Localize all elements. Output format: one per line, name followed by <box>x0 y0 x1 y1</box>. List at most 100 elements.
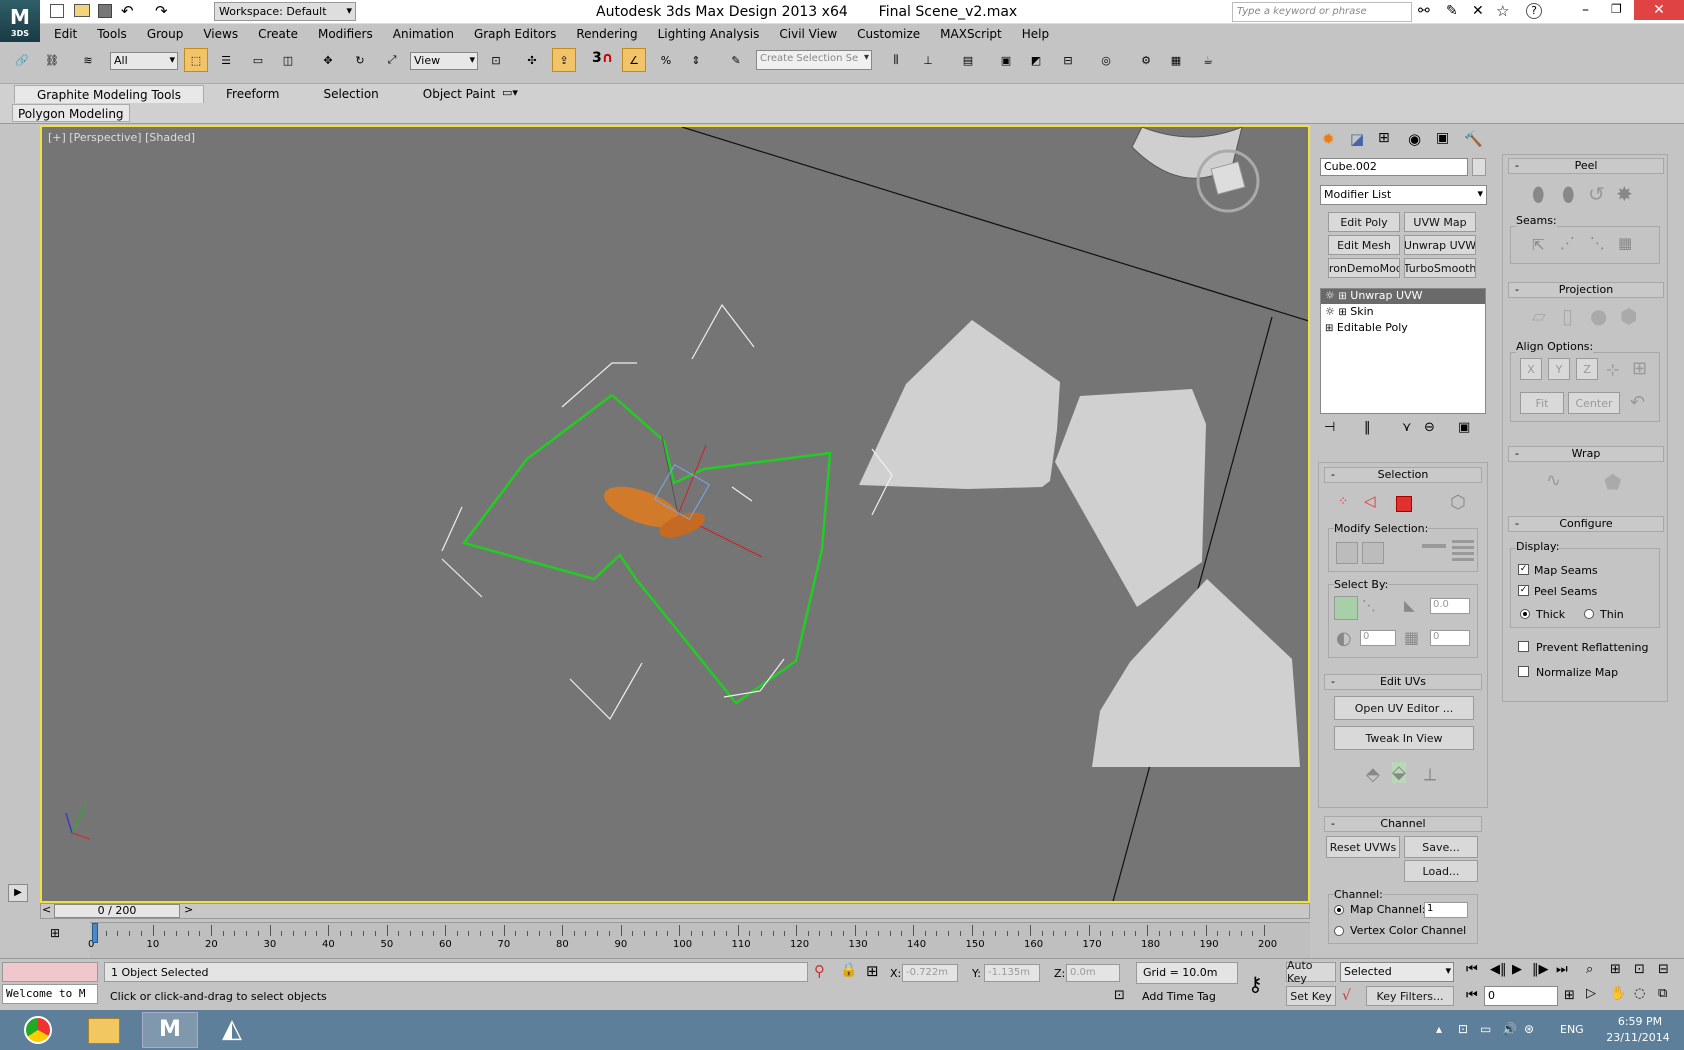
menu-item-maxscript[interactable]: MAXScript <box>940 27 1002 41</box>
reset-peel-icon[interactable]: ↺ <box>1588 182 1605 206</box>
stack-item-unwrap[interactable]: ☼ ⊞ Unwrap UVW <box>1321 289 1485 304</box>
default-in-out-tangent-icon[interactable]: √ <box>1342 988 1351 1004</box>
point-to-point-seams-icon[interactable]: ⋰ <box>1560 234 1575 252</box>
make-unique-icon[interactable]: ⋎ <box>1402 420 1412 435</box>
menu-item-create[interactable]: Create <box>258 27 298 41</box>
hierarchy-tab-icon[interactable]: ⊞ <box>1378 130 1390 146</box>
rollout-selection-header[interactable]: - Selection <box>1324 467 1482 483</box>
mini-curve-editor-icon[interactable]: ⊞ <box>50 926 70 944</box>
infocenter-binoculars-icon[interactable]: ⚯ <box>1418 3 1430 19</box>
shrink-selection-icon[interactable] <box>1362 542 1384 564</box>
pin-stack-icon[interactable]: ⊣ <box>1324 420 1335 435</box>
save-uvws-button[interactable]: Save... <box>1404 836 1478 858</box>
best-align-icon[interactable]: ⊹ <box>1606 360 1619 379</box>
ribbon-expand-icon[interactable]: ▭▾ <box>502 86 518 99</box>
quick-access-open-icon[interactable] <box>74 4 90 17</box>
angle-snap-icon[interactable]: ∠ <box>622 48 646 72</box>
rollout-channel-header[interactable]: - Channel <box>1324 816 1482 832</box>
convert-edge-to-seams-icon[interactable]: ⋱ <box>1590 234 1605 252</box>
select-by-sphere-icon[interactable]: ◐ <box>1336 628 1352 649</box>
element-mode-icon[interactable]: ⬡ <box>1450 492 1466 513</box>
menu-item-help[interactable]: Help <box>1022 27 1049 41</box>
x-coordinate-field[interactable]: -0.722m <box>902 964 958 982</box>
modifier-button-4[interactable]: :ironDemoModi <box>1328 258 1400 278</box>
clock-time[interactable]: 6:59 PM <box>1608 1015 1672 1028</box>
modify-tab-icon[interactable]: ◪ <box>1350 130 1364 148</box>
close-button[interactable]: ✕ <box>1634 0 1684 20</box>
keyboard-language[interactable]: ENG <box>1560 1023 1584 1036</box>
align-to-view-icon[interactable]: ⊞ <box>1632 358 1647 379</box>
window-crossing-icon[interactable]: ◫ <box>276 48 300 72</box>
modifier-button-5[interactable]: TurboSmooth <box>1404 258 1476 278</box>
light-bulb-icon[interactable]: ☼ <box>1325 289 1335 302</box>
peel-seams-checkbox[interactable]: ✓ <box>1518 585 1529 596</box>
utilities-tab-icon[interactable]: 🔨 <box>1464 130 1483 148</box>
rollout-peel-header[interactable]: - Peel <box>1508 158 1664 174</box>
zoom-icon[interactable]: ⌕ <box>1586 962 1593 977</box>
align-y-button[interactable]: Y <box>1548 358 1570 380</box>
vertex-color-channel-radio[interactable] <box>1334 926 1344 936</box>
current-frame-field[interactable]: 0 <box>1484 986 1558 1006</box>
ring-selection-icon[interactable] <box>1422 544 1446 548</box>
clock-date[interactable]: 23/11/2014 <box>1598 1031 1678 1044</box>
modifier-button-0[interactable]: Edit Poly <box>1328 212 1400 232</box>
viewport-label[interactable]: [+] [Perspective] [Shaded] <box>48 131 195 144</box>
select-object-icon[interactable]: ⬚ <box>184 48 208 72</box>
tray-volume-icon[interactable]: 🔊 <box>1502 1022 1517 1036</box>
key-filters-button[interactable]: Key Filters... <box>1366 986 1454 1006</box>
tray-monitor-icon[interactable]: ▭ <box>1480 1022 1491 1036</box>
menu-item-graph-editors[interactable]: Graph Editors <box>474 27 556 41</box>
light-bulb-icon[interactable]: ☼ <box>1325 305 1335 318</box>
edit-seams-icon[interactable]: ⇱ <box>1532 236 1545 254</box>
align-z-button[interactable]: Z <box>1576 358 1598 380</box>
restore-button[interactable]: ❐ <box>1611 2 1622 16</box>
minimize-button[interactable]: – <box>1582 2 1589 18</box>
time-configuration-icon[interactable]: ⊞ <box>1564 988 1575 1003</box>
map-seams-checkbox[interactable]: ✓ <box>1518 564 1529 575</box>
rendered-frame-window-icon[interactable]: ▦ <box>1164 48 1188 72</box>
pan-icon[interactable]: ✋ <box>1610 986 1626 1001</box>
mirror-icon[interactable]: ⫼ <box>884 48 908 72</box>
align-icon[interactable]: ⊥ <box>916 48 940 72</box>
align-x-button[interactable]: X <box>1520 358 1542 380</box>
absolute-mode-icon[interactable]: ⊞ <box>866 962 879 980</box>
thin-radio[interactable] <box>1584 609 1594 619</box>
reference-coordinate-dropdown[interactable]: View ▾ <box>410 52 478 70</box>
center-button[interactable]: Center <box>1568 392 1620 414</box>
schematic-view-icon[interactable]: ⊟ <box>1056 48 1080 72</box>
key-mode-toggle-icon[interactable]: ⏮ <box>1466 988 1478 1003</box>
object-color-swatch[interactable] <box>1472 158 1486 176</box>
ribbon-sub-label[interactable]: Polygon Modeling <box>12 104 130 122</box>
favorites-star-icon[interactable]: ☆ <box>1496 2 1509 20</box>
selection-filter-dropdown[interactable]: All ▾ <box>110 52 178 70</box>
app-logo-icon[interactable]: M 3DS <box>0 0 40 42</box>
next-frame-icon[interactable]: ‖▶ <box>1532 962 1549 977</box>
peel-mode-icon[interactable]: ⬮ <box>1562 182 1575 206</box>
show-end-result-icon[interactable]: ‖ <box>1364 420 1371 435</box>
unity-icon[interactable]: ◭ <box>214 1014 250 1046</box>
render-production-icon[interactable]: ☕ <box>1196 48 1220 72</box>
unfold-strip-icon[interactable]: ⬟ <box>1604 470 1621 494</box>
search-input[interactable]: Type a keyword or phrase <box>1232 2 1412 22</box>
vertex-mode-icon[interactable]: ⁘ <box>1338 494 1348 508</box>
material-editor-icon[interactable]: ◎ <box>1094 48 1118 72</box>
cylindrical-map-icon[interactable]: ▯ <box>1562 304 1573 328</box>
add-time-tag[interactable]: Add Time Tag <box>1136 987 1238 1007</box>
time-slider-prev[interactable]: < <box>42 903 51 916</box>
previous-frame-icon[interactable]: ◀‖ <box>1490 962 1507 977</box>
rollout-configure-header[interactable]: - Configure <box>1508 516 1664 532</box>
menu-item-edit[interactable]: Edit <box>54 27 77 41</box>
rotate-icon[interactable]: ↻ <box>348 48 372 72</box>
configure-sets-icon[interactable]: ▣ <box>1458 420 1470 435</box>
maxscript-mini-listener[interactable]: Welcome to M <box>2 984 98 1004</box>
select-manipulate-icon[interactable]: ✣ <box>520 48 544 72</box>
snaps-toggle-icon[interactable]: 3∩ <box>592 50 613 66</box>
quick-access-save-icon[interactable] <box>98 4 112 18</box>
ribbon-tab-freeform[interactable]: Freeform <box>204 85 301 103</box>
unlink-icon[interactable]: ⛓ <box>40 48 64 72</box>
field-of-view-icon[interactable]: ▷ <box>1586 986 1596 1001</box>
object-name-field[interactable]: Cube.002 <box>1320 158 1468 176</box>
ribbon-tab-object-paint[interactable]: Object Paint <box>401 85 518 103</box>
scale-icon[interactable]: ⤢ <box>380 48 404 72</box>
ribbon-tab-graphite-modeling-tools[interactable]: Graphite Modeling Tools <box>14 85 205 103</box>
